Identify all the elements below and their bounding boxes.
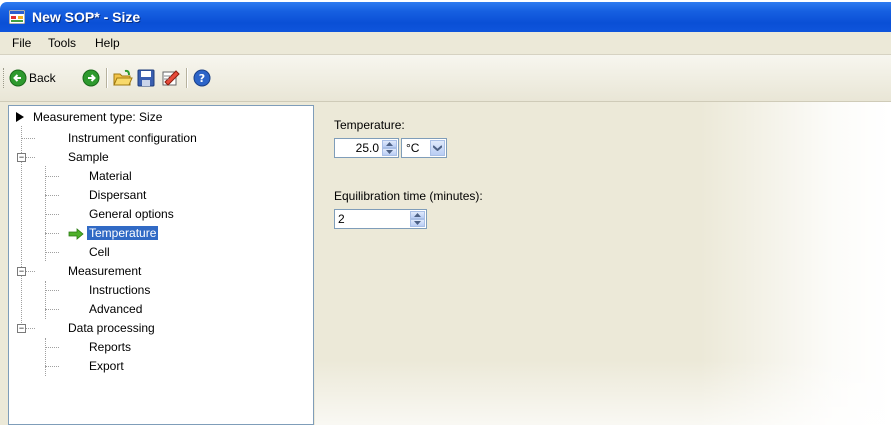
tree-connector (45, 338, 46, 376)
forward-arrow-icon (82, 69, 100, 87)
equilibration-value: 2 (338, 212, 345, 226)
temperature-spin-buttons[interactable] (382, 140, 397, 156)
collapse-toggle-data-processing[interactable]: − (17, 324, 26, 333)
collapse-toggle-sample[interactable]: − (17, 153, 26, 162)
menu-help[interactable]: Help (95, 36, 120, 50)
title-bar: New SOP* - Size (0, 2, 891, 32)
equilibration-label: Equilibration time (minutes): (334, 189, 483, 203)
tree-item-cell[interactable]: Cell (89, 243, 110, 261)
tree-item-advanced[interactable]: Advanced (89, 300, 142, 318)
settings-panel: Temperature: 25.0 °C Equilibration time … (315, 102, 891, 425)
collapse-toggle-measurement[interactable]: − (17, 267, 26, 276)
tree-connector (26, 271, 35, 272)
tree-connector (26, 157, 35, 158)
tree-connector (45, 176, 59, 177)
back-arrow-icon (9, 69, 27, 87)
toolbar-grip[interactable] (3, 68, 6, 88)
save-disk-icon (137, 69, 155, 87)
back-button[interactable]: Back (9, 67, 56, 89)
current-arrow-icon (68, 228, 84, 240)
tree-connector (45, 214, 59, 215)
back-label: Back (29, 71, 56, 85)
navigation-tree[interactable]: Measurement type: Size Instrument config… (8, 105, 314, 425)
temperature-unit-select[interactable]: °C (401, 138, 447, 158)
chevron-down-icon (386, 150, 393, 154)
spin-up-button[interactable] (382, 140, 397, 148)
tree-item-measurement[interactable]: Measurement (68, 262, 141, 280)
tree-item-general-options[interactable]: General options (89, 205, 174, 223)
equilibration-spinner[interactable]: 2 (334, 209, 427, 229)
open-folder-icon (113, 69, 133, 86)
spin-up-button[interactable] (410, 211, 425, 219)
tree-connector (45, 281, 46, 319)
tree-item-export[interactable]: Export (89, 357, 124, 375)
equilibration-spin-buttons[interactable] (410, 211, 425, 227)
tree-item-instrument-configuration[interactable]: Instrument configuration (68, 129, 197, 147)
tree-connector (45, 366, 59, 367)
help-button[interactable]: ? (193, 67, 211, 89)
temperature-value: 25.0 (355, 141, 379, 155)
menu-file[interactable]: File (12, 36, 31, 50)
tree-connector (45, 195, 59, 196)
tree-item-sample[interactable]: Sample (68, 148, 109, 166)
menu-bar: File Tools Help (0, 32, 891, 55)
tree-item-reports[interactable]: Reports (89, 338, 131, 356)
toolbar-separator (186, 68, 188, 88)
tree-item-measurement-type[interactable]: Measurement type: Size (33, 108, 162, 126)
tree-connector (21, 138, 35, 139)
dropdown-button[interactable] (430, 140, 445, 156)
save-button[interactable] (137, 67, 155, 89)
tree-item-material[interactable]: Material (89, 167, 132, 185)
tree-connector (45, 309, 59, 310)
tree-connector (26, 328, 35, 329)
edit-pencil-icon (162, 70, 180, 86)
tree-item-data-processing[interactable]: Data processing (68, 319, 155, 337)
forward-button[interactable] (82, 67, 100, 89)
svg-text:?: ? (199, 72, 205, 85)
app-icon (9, 10, 25, 24)
spin-down-button[interactable] (410, 219, 425, 227)
tree-item-dispersant[interactable]: Dispersant (89, 186, 146, 204)
temperature-unit-value: °C (406, 141, 420, 155)
chevron-down-icon (433, 145, 442, 151)
tree-item-temperature-label: Temperature (87, 226, 159, 240)
tree-connector (45, 290, 59, 291)
open-button[interactable] (113, 67, 133, 89)
window-title: New SOP* - Size (32, 9, 141, 25)
help-icon: ? (193, 69, 211, 87)
tree-item-temperature[interactable]: Temperature (87, 224, 159, 242)
temperature-spinner[interactable]: 25.0 (334, 138, 399, 158)
chevron-up-icon (414, 213, 421, 217)
spin-down-button[interactable] (382, 148, 397, 156)
chevron-down-icon (414, 221, 421, 225)
edit-button[interactable] (161, 67, 181, 89)
temperature-label: Temperature: (334, 118, 405, 132)
chevron-up-icon (386, 142, 393, 146)
tree-connector (45, 347, 59, 348)
toolbar-separator (106, 68, 108, 88)
app-window: New SOP* - Size File Tools Help Back ? M… (0, 0, 891, 425)
root-arrow-icon (16, 112, 24, 122)
tree-connector (45, 252, 59, 253)
tree-item-instructions[interactable]: Instructions (89, 281, 150, 299)
menu-tools[interactable]: Tools (48, 36, 76, 50)
toolbar: Back ? (0, 55, 891, 102)
tree-connector (45, 233, 59, 234)
